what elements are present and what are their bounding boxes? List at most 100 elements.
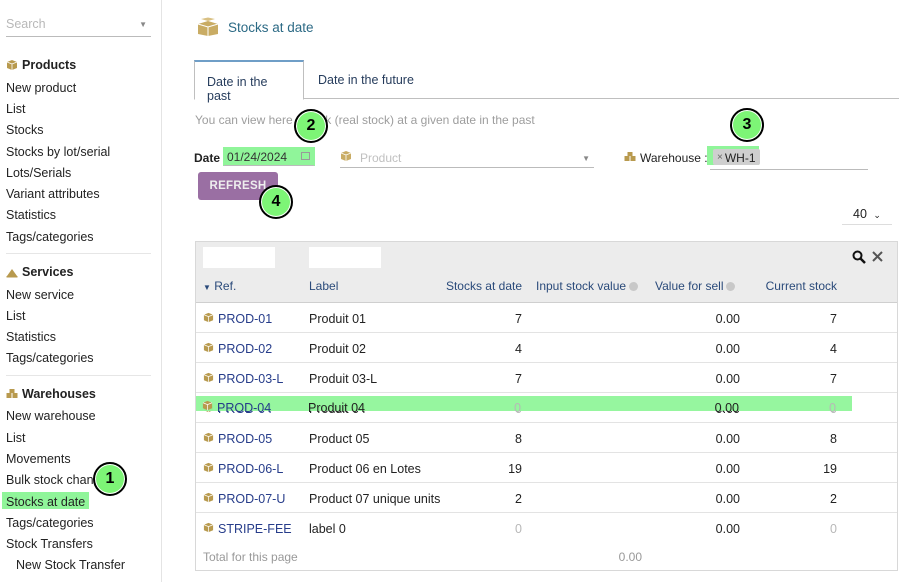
table-row[interactable]: PROD-03-L Produit 03-L 7 0.00 7 <box>196 363 897 393</box>
col-value-for-sell-label: Value for sell <box>655 279 724 293</box>
table-row[interactable]: STRIPE-FEE label 0 0 0.00 0 <box>196 513 897 543</box>
product-placeholder: Product <box>360 151 402 165</box>
nav-services-statistics[interactable]: Statistics <box>6 330 56 344</box>
search-input[interactable] <box>6 15 136 31</box>
row-value-for-sell: 0.00 <box>715 372 740 386</box>
col-input-stock-value-label: Input stock value <box>536 279 627 293</box>
chevron-down-icon[interactable]: ▼ <box>139 20 147 29</box>
box-icon <box>203 522 214 533</box>
col-ref[interactable]: ▼ Ref. <box>203 279 236 293</box>
nav-stocks-by-lot[interactable]: Stocks by lot/serial <box>6 145 110 159</box>
sidebar: ▼ Products New product List Stocks Stock… <box>0 0 162 582</box>
row-current-stock: 7 <box>830 372 837 386</box>
row-value-for-sell: 0.00 <box>715 462 740 476</box>
nav-warehouses-list[interactable]: List <box>6 431 25 445</box>
row-stocks-at-date: 0 <box>515 522 522 536</box>
nav-services-tags[interactable]: Tags/categories <box>6 351 94 365</box>
divider <box>6 253 151 254</box>
label-filter-input[interactable] <box>309 247 381 268</box>
chevron-down-icon: ⌄ <box>873 210 881 220</box>
page-size-value: 40 <box>853 207 867 221</box>
row-prod-04-overlay: PROD-04 Produit 04 0 0.00 0 <box>196 392 897 422</box>
row-ref-link[interactable]: PROD-02 <box>218 342 272 356</box>
box-icon <box>203 342 214 353</box>
nav-stocks[interactable]: Stocks <box>6 123 44 137</box>
page-title: Stocks at date <box>228 20 314 35</box>
nav-movements[interactable]: Movements <box>6 452 71 466</box>
row-value-for-sell: 0.00 <box>715 432 740 446</box>
row-ref-link[interactable]: PROD-05 <box>218 432 272 446</box>
row-value-for-sell: 0.00 <box>715 312 740 326</box>
box-icon <box>203 462 214 473</box>
row-ref-link[interactable]: PROD-07-U <box>218 492 285 506</box>
row-stocks-at-date: 2 <box>515 492 522 506</box>
warehouse-select[interactable]: × WH-1 <box>710 148 868 170</box>
nav-stocks-at-date[interactable]: Stocks at date <box>6 495 85 509</box>
row-ref-link[interactable]: PROD-01 <box>218 312 272 326</box>
product-select[interactable]: Product ▼ <box>340 148 594 168</box>
col-input-stock-value[interactable]: Input stock value <box>536 279 639 293</box>
row-current-stock: 0 <box>830 522 837 536</box>
nav-new-stock-transfer[interactable]: New Stock Transfer <box>16 558 125 572</box>
nav-variant-attributes[interactable]: Variant attributes <box>6 187 100 201</box>
ref-filter-input[interactable] <box>203 247 275 268</box>
row-ref-link[interactable]: STRIPE-FEE <box>218 522 292 536</box>
calendar-icon[interactable] <box>301 152 310 160</box>
col-current-stock[interactable]: Current stock <box>756 279 837 293</box>
tab-date-in-past[interactable]: Date in the past <box>194 60 304 103</box>
col-value-for-sell[interactable]: Value for sell <box>655 279 736 293</box>
nav-warehouses-tags[interactable]: Tags/categories <box>6 516 94 530</box>
row-current-stock: 19 <box>823 462 837 476</box>
box-icon <box>203 312 214 323</box>
nav-products-tags[interactable]: Tags/categories <box>6 230 94 244</box>
search-box[interactable]: ▼ <box>6 15 151 37</box>
nav-bulk-stock-change[interactable]: Bulk stock chang <box>6 473 101 487</box>
nav-new-warehouse[interactable]: New warehouse <box>6 409 96 423</box>
info-icon <box>629 282 639 292</box>
nav-services-list[interactable]: List <box>6 309 25 323</box>
products-section-title[interactable]: Products <box>6 58 76 72</box>
info-text: You can view here ck (real stock) at a g… <box>195 113 535 127</box>
row-label: Produit 01 <box>309 312 366 326</box>
table-row[interactable]: PROD-05 Product 05 8 0.00 8 <box>196 423 897 453</box>
col-label[interactable]: Label <box>309 279 338 293</box>
tab-date-in-future[interactable]: Date in the future <box>306 60 426 99</box>
row-current-stock: 0 <box>829 401 836 415</box>
boxes-icon <box>624 152 636 161</box>
search-icon[interactable] <box>852 250 866 264</box>
nav-new-product[interactable]: New product <box>6 81 76 95</box>
row-ref-link[interactable]: PROD-03-L <box>218 372 283 386</box>
services-title: Services <box>22 265 74 279</box>
nav-lots-serials[interactable]: Lots/Serials <box>6 166 71 180</box>
close-icon[interactable]: × <box>717 152 723 163</box>
nav-new-service[interactable]: New service <box>6 288 74 302</box>
col-stocks-at-date[interactable]: Stocks at date <box>422 279 522 293</box>
clear-filter-icon[interactable] <box>872 251 883 262</box>
chevron-down-icon[interactable]: ▼ <box>582 154 590 163</box>
table-row[interactable]: PROD-06-L Product 06 en Lotes 19 0.00 19 <box>196 453 897 483</box>
page-size-select[interactable]: 40 ⌄ <box>842 205 892 225</box>
row-label: Product 07 unique units <box>309 492 441 506</box>
sort-desc-icon: ▼ <box>203 283 211 292</box>
table-row[interactable]: PROD-02 Produit 02 4 0.00 4 <box>196 333 897 363</box>
nav-stock-transfers[interactable]: Stock Transfers <box>6 537 93 551</box>
row-label: Produit 04 <box>308 401 365 415</box>
services-section-title[interactable]: Services <box>6 265 73 279</box>
nav-products-statistics[interactable]: Statistics <box>6 208 56 222</box>
table-row[interactable]: PROD-01 Produit 01 7 0.00 7 <box>196 303 897 333</box>
row-ref-link[interactable]: PROD-06-L <box>218 462 283 476</box>
table-row[interactable]: PROD-07-U Product 07 unique units 2 0.00 2 <box>196 483 897 513</box>
row-stocks-at-date: 0 <box>514 401 521 415</box>
warehouses-section-title[interactable]: Warehouses <box>6 387 96 401</box>
date-field[interactable]: 01/24/2024 <box>224 148 314 166</box>
row-label: Product 06 en Lotes <box>309 462 421 476</box>
boxes-icon <box>6 389 18 398</box>
row-stocks-at-date: 7 <box>515 372 522 386</box>
row-ref-link[interactable]: PROD-04 <box>217 401 271 415</box>
warehouse-tag[interactable]: × WH-1 <box>713 149 760 165</box>
row-label: Produit 02 <box>309 342 366 356</box>
row-label: label 0 <box>309 522 346 536</box>
tab-bar: Date in the past Date in the future <box>194 60 899 103</box>
row-current-stock: 4 <box>830 342 837 356</box>
nav-products-list[interactable]: List <box>6 102 25 116</box>
